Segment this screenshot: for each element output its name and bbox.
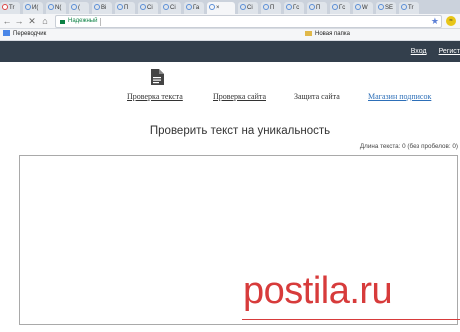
page-icon — [140, 4, 146, 10]
translate-icon — [3, 30, 10, 37]
page-icon — [25, 4, 31, 10]
forward-icon[interactable]: → — [14, 15, 24, 27]
document-icon — [151, 69, 164, 85]
bookmark-translator[interactable]: Переводчик — [3, 29, 46, 40]
page-icon — [163, 4, 169, 10]
tab-close-icon[interactable]: × — [216, 5, 220, 11]
tab[interactable]: ( — [69, 2, 89, 14]
page-icon — [378, 4, 384, 10]
page-icon — [48, 4, 54, 10]
extension-icon[interactable]: ≈ — [446, 16, 456, 26]
loading-icon — [209, 4, 215, 10]
tab[interactable]: П — [115, 2, 135, 14]
secure-label: Надежный — [68, 18, 98, 24]
nav-check-text[interactable]: Проверка текста — [127, 92, 183, 101]
page-icon — [332, 4, 338, 10]
tab[interactable]: N( — [46, 2, 66, 14]
page-icon — [309, 4, 315, 10]
address-bar[interactable]: Надежный ★ — [55, 15, 442, 28]
bookmark-star-icon[interactable]: ★ — [431, 16, 439, 27]
nav-protect-site[interactable]: Защита сайта — [294, 92, 340, 101]
stop-icon[interactable]: ✕ — [27, 15, 37, 27]
text-length-counter: Длина текста: 0 (без пробелов: 0) — [359, 143, 458, 150]
tab[interactable]: SE — [376, 2, 396, 14]
tab[interactable]: Га — [184, 2, 204, 14]
page-icon — [71, 4, 77, 10]
gmail-icon — [2, 4, 8, 10]
tab[interactable]: Сі — [238, 2, 258, 14]
back-icon[interactable]: ← — [2, 15, 12, 27]
page-icon — [240, 4, 246, 10]
home-icon[interactable]: ⌂ — [40, 15, 50, 27]
page-icon — [186, 4, 192, 10]
tab-strip: Tr И(N((Bi П Сі Сі Га × Сі П Гс П Гс W SE Tr — [0, 0, 460, 14]
page-icon — [117, 4, 123, 10]
tab[interactable]: Сі — [138, 2, 158, 14]
page-icon — [94, 4, 100, 10]
bookmark-folder[interactable]: Новая папка — [305, 29, 350, 40]
page-icon — [401, 4, 407, 10]
login-link[interactable]: Вход — [411, 48, 427, 55]
tab[interactable]: П — [307, 2, 327, 14]
header-links: Вход Регист — [399, 41, 460, 62]
bookmarks-bar: Переводчик Новая папка — [0, 29, 460, 41]
folder-icon — [305, 30, 312, 36]
nav-shop[interactable]: Магазин подписок — [368, 92, 431, 101]
tab[interactable]: Сі — [161, 2, 181, 14]
register-link[interactable]: Регист — [439, 48, 460, 55]
browser-toolbar: ← → ✕ ⌂ Надежный ★ ≈ — [0, 14, 460, 29]
tab[interactable]: W — [353, 2, 373, 14]
tab[interactable]: Гс — [284, 2, 304, 14]
lock-icon — [60, 19, 65, 24]
tab[interactable]: И( — [23, 2, 43, 14]
divider — [100, 17, 102, 26]
tab[interactable]: Tr — [399, 2, 419, 14]
tab[interactable]: Bi — [92, 2, 112, 14]
page-icon — [286, 4, 292, 10]
page-title: Проверить текст на уникальность — [149, 125, 331, 137]
page-icon — [355, 4, 361, 10]
tab-active[interactable]: × — [207, 2, 235, 14]
page-icon — [263, 4, 269, 10]
site-header: Вход Регист — [0, 41, 460, 62]
watermark: postila.ru — [243, 270, 393, 312]
tab[interactable]: П — [261, 2, 281, 14]
tab[interactable]: Tr — [0, 2, 20, 14]
tab[interactable]: Гс — [330, 2, 350, 14]
nav-check-site[interactable]: Проверка сайта — [213, 92, 266, 101]
watermark-underline — [242, 319, 460, 320]
